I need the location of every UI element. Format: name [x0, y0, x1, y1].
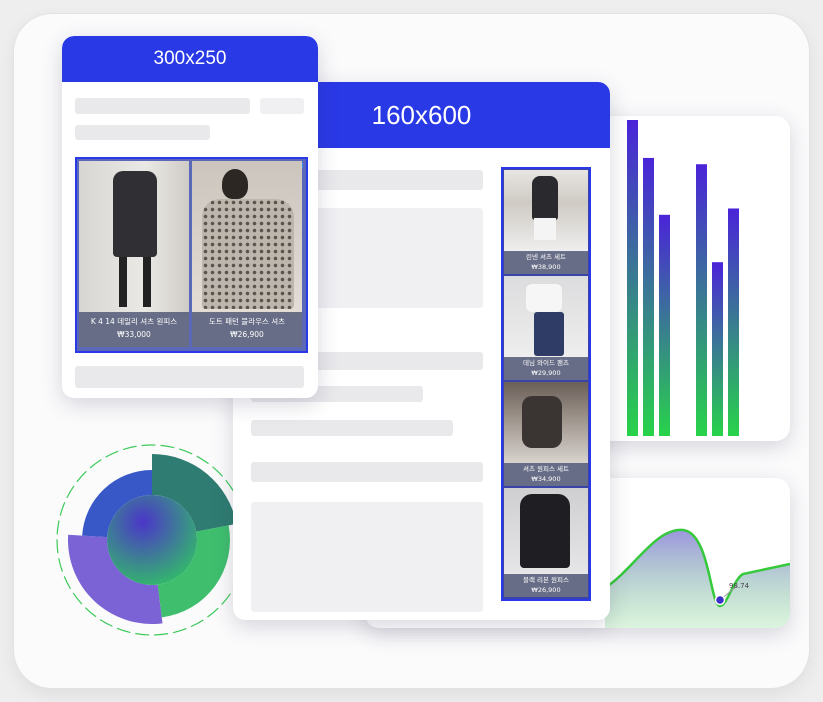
product-caption: 린넨 셔츠 세트 ₩38,900: [504, 251, 588, 274]
product-image: [504, 170, 588, 252]
placeholder-line: [75, 98, 250, 114]
placeholder-block: [251, 502, 483, 612]
product-image: [504, 488, 588, 575]
product-tile[interactable]: 데님 와이드 팬츠 ₩29,900: [504, 276, 588, 380]
bar: [627, 120, 638, 436]
product-title: 린넨 셔츠 세트: [525, 253, 566, 261]
product-caption: 도트 패턴 블라우스 셔츠 ₩26,900: [192, 312, 302, 347]
product-price: ₩38,900: [531, 263, 561, 271]
line-chart-area: [605, 529, 790, 628]
product-title: 블랙 리본 원피스: [523, 576, 569, 584]
product-caption: 셔츠 원피스 세트 ₩34,900: [504, 463, 588, 486]
product-tile[interactable]: 도트 패턴 블라우스 셔츠 ₩26,900: [192, 161, 302, 347]
product-tile[interactable]: 린넨 셔츠 세트 ₩38,900: [504, 170, 588, 274]
product-title: K 4 14 데일리 셔츠 원피스: [90, 317, 178, 326]
product-image: [504, 382, 588, 464]
line-chart-marker-label: 98.74: [729, 582, 750, 590]
donut-center: [107, 495, 197, 585]
skyscraper-size-label: 160x600: [371, 100, 472, 130]
product-title: 셔츠 원피스 세트: [523, 465, 569, 473]
placeholder-line: [251, 462, 483, 482]
medium-rectangle-ad[interactable]: K 4 14 데일리 셔츠 원피스 ₩33,000 도트 패턴 블라우스 셔츠 …: [75, 157, 308, 353]
product-image: [504, 276, 588, 358]
placeholder-line: [251, 420, 453, 436]
placeholder-line: [75, 366, 304, 388]
product-image: [79, 161, 189, 315]
product-price: ₩34,900: [531, 475, 561, 483]
placeholder-line: [75, 125, 210, 140]
placeholder-line: [260, 98, 304, 114]
product-caption: K 4 14 데일리 셔츠 원피스 ₩33,000: [79, 312, 189, 347]
product-caption: 데님 와이드 팬츠 ₩29,900: [504, 357, 588, 380]
product-tile[interactable]: K 4 14 데일리 셔츠 원피스 ₩33,000: [79, 161, 189, 347]
bar: [728, 208, 739, 436]
product-title: 도트 패턴 블라우스 셔츠: [208, 317, 286, 326]
product-tile[interactable]: 블랙 리본 원피스 ₩26,900: [504, 488, 588, 597]
donut-chart: [56, 444, 248, 636]
product-price: ₩26,900: [531, 586, 561, 594]
bar: [712, 262, 723, 436]
bar: [659, 214, 670, 436]
skyscraper-ad[interactable]: 린넨 셔츠 세트 ₩38,900 데님 와이드 팬츠 ₩29,900 셔츠 원피…: [501, 167, 591, 601]
medium-rectangle-size-label: 300x250: [153, 48, 227, 69]
bar: [696, 164, 707, 437]
medium-rectangle-ad-card: 300x250 K 4 14 데일리 셔츠 원피스 ₩33,000 도트 패턴 …: [62, 36, 318, 398]
product-tile[interactable]: 셔츠 원피스 세트 ₩34,900: [504, 382, 588, 486]
product-price: ₩26,900: [230, 330, 264, 339]
bar: [643, 157, 654, 437]
product-price: ₩29,900: [531, 369, 561, 377]
product-title: 데님 와이드 팬츠: [523, 359, 569, 367]
product-price: ₩33,000: [117, 330, 151, 339]
line-chart-marker[interactable]: [714, 594, 726, 606]
product-image: [192, 161, 302, 315]
medium-rectangle-size-header: 300x250: [62, 36, 318, 82]
product-caption: 블랙 리본 원피스 ₩26,900: [504, 574, 588, 597]
